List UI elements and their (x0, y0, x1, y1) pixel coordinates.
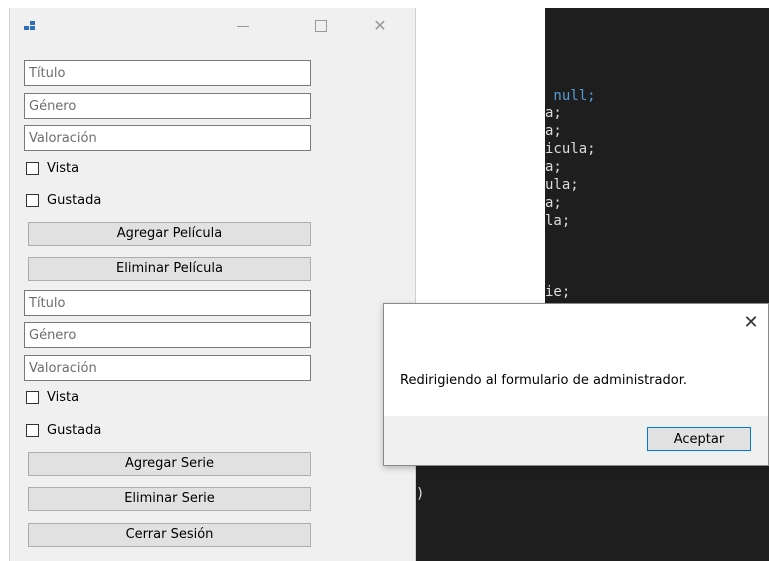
minimize-button[interactable] (230, 14, 256, 38)
code-editor-lower (414, 466, 769, 561)
app-icon (24, 21, 36, 31)
add-series-button[interactable]: Agregar Serie (28, 452, 311, 476)
delete-movie-button[interactable]: Eliminar Película (28, 257, 311, 281)
series-genre-input[interactable] (24, 322, 311, 348)
checkbox-box (26, 161, 39, 175)
movie-watched-checkbox[interactable]: Vista (26, 159, 79, 177)
title-bar: ✕ (10, 8, 415, 44)
code-line-6: ula; (545, 177, 579, 193)
message-dialog: ✕ Redirigiendo al formulario de administ… (383, 303, 769, 466)
movie-title-input[interactable] (24, 60, 311, 86)
movie-liked-checkbox[interactable]: Gustada (26, 191, 101, 209)
series-liked-checkbox[interactable]: Gustada (26, 421, 101, 439)
code-line-8: la; (545, 213, 571, 229)
code-line-9: ie; (545, 284, 571, 300)
checkbox-box (26, 193, 39, 207)
close-button[interactable]: ✕ (367, 14, 393, 38)
series-rating-input[interactable] (24, 355, 311, 381)
checkbox-box (26, 423, 39, 437)
code-line-2: a; (545, 105, 562, 121)
maximize-button[interactable] (308, 14, 334, 38)
add-movie-button[interactable]: Agregar Película (28, 222, 311, 246)
code-line-3: a; (545, 123, 562, 139)
logout-button[interactable]: Cerrar Sesión (28, 523, 311, 547)
series-watched-label: Vista (47, 389, 80, 405)
series-watched-checkbox[interactable]: Vista (26, 388, 79, 406)
minimize-icon (237, 26, 249, 27)
code-line-4: icula; (545, 141, 596, 157)
checkbox-box (26, 390, 39, 404)
main-form-window: ✕ Vista Gustada Agregar Película Elimina… (9, 8, 416, 561)
dialog-footer: Aceptar (384, 416, 768, 465)
code-line-7: a; (545, 195, 562, 211)
ok-button[interactable]: Aceptar (647, 427, 751, 451)
close-icon: ✕ (743, 312, 759, 333)
code-line-1: null; (545, 88, 596, 104)
movie-watched-label: Vista (47, 160, 80, 176)
delete-series-button[interactable]: Eliminar Serie (28, 487, 311, 511)
movie-genre-input[interactable] (24, 93, 311, 119)
close-icon: ✕ (373, 16, 387, 35)
movie-rating-input[interactable] (24, 125, 311, 151)
series-liked-label: Gustada (47, 422, 102, 438)
dialog-message: Redirigiendo al formulario de administra… (400, 373, 687, 388)
movie-liked-label: Gustada (47, 192, 102, 208)
code-brace: ) (416, 486, 425, 502)
code-line-5: a; (545, 159, 562, 175)
dialog-close-button[interactable]: ✕ (740, 312, 762, 334)
series-title-input[interactable] (24, 290, 311, 316)
maximize-icon (315, 20, 327, 32)
